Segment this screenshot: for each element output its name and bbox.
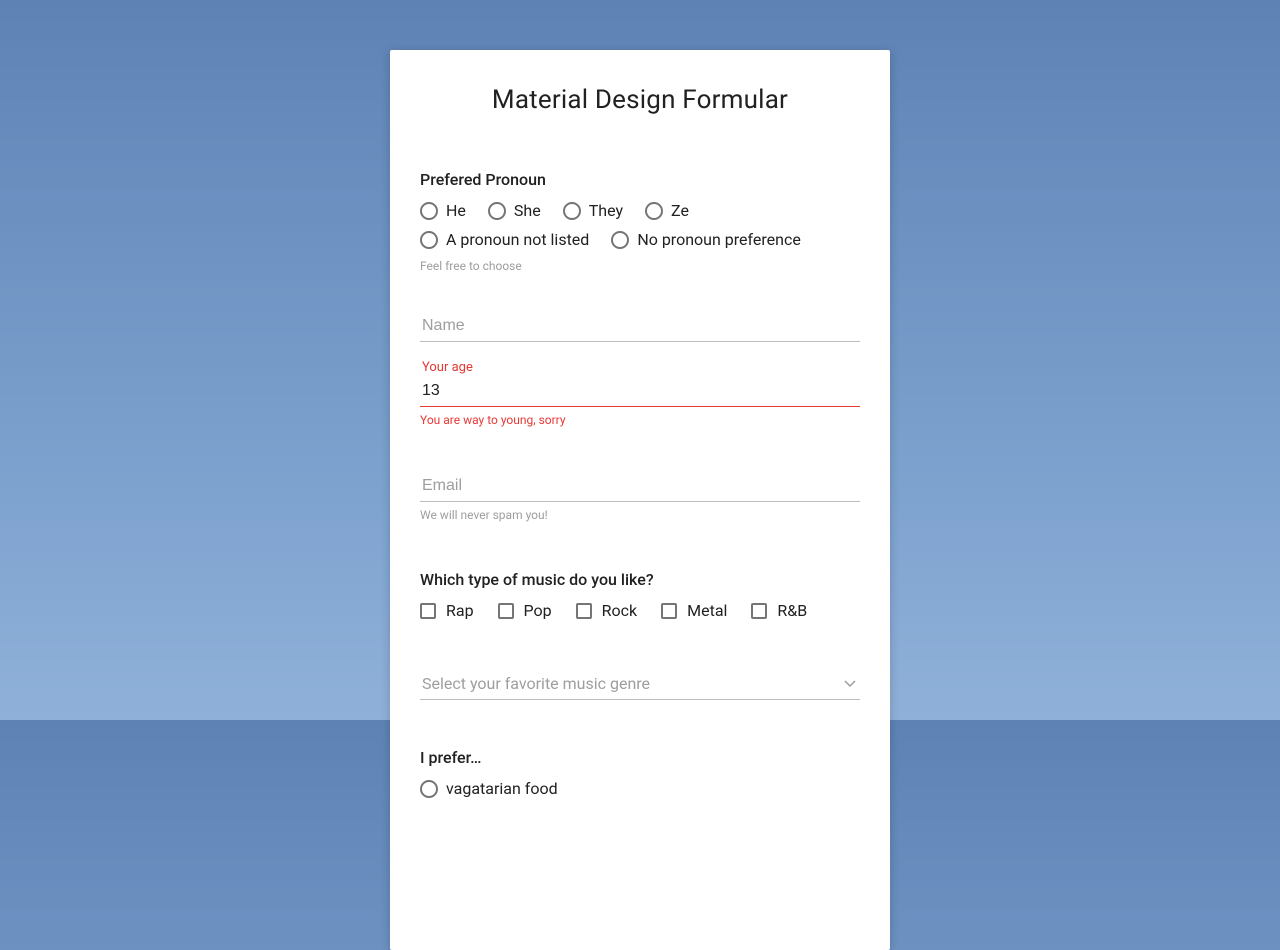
chevron-down-icon xyxy=(844,678,856,690)
music-section: Which type of music do you like? Rap Pop… xyxy=(420,570,860,620)
radio-icon xyxy=(420,202,438,220)
name-field xyxy=(420,311,860,342)
radio-not-listed[interactable]: A pronoun not listed xyxy=(420,230,589,249)
age-label: Your age xyxy=(422,360,473,375)
pronoun-section: Prefered Pronoun He She They Ze A pro xyxy=(420,170,860,273)
checkbox-rnb[interactable]: R&B xyxy=(751,601,807,620)
checkbox-label: R&B xyxy=(777,601,807,620)
radio-icon xyxy=(645,202,663,220)
radio-label: vagatarian food xyxy=(446,779,558,798)
age-input[interactable] xyxy=(420,376,860,407)
radio-ze[interactable]: Ze xyxy=(645,201,689,220)
diet-label: I prefer… xyxy=(420,748,860,767)
radio-icon xyxy=(563,202,581,220)
checkbox-icon xyxy=(751,603,767,619)
page-title: Material Design Formular xyxy=(420,85,860,115)
music-checkbox-row: Rap Pop Rock Metal R&B xyxy=(420,601,860,620)
age-error: You are way to young, sorry xyxy=(420,413,860,427)
checkbox-metal[interactable]: Metal xyxy=(661,601,727,620)
name-input[interactable] xyxy=(420,311,860,342)
radio-icon xyxy=(488,202,506,220)
email-field: We will never spam you! xyxy=(420,471,860,522)
music-select[interactable]: Select your favorite music genre xyxy=(420,668,860,700)
checkbox-rock[interactable]: Rock xyxy=(576,601,637,620)
pronoun-label: Prefered Pronoun xyxy=(420,170,860,189)
diet-row: vagatarian food xyxy=(420,779,860,798)
diet-section: I prefer… vagatarian food xyxy=(420,748,860,798)
radio-icon xyxy=(420,231,438,249)
checkbox-pop[interactable]: Pop xyxy=(498,601,552,620)
pronoun-hint: Feel free to choose xyxy=(420,259,860,273)
select-placeholder: Select your favorite music genre xyxy=(422,674,650,693)
checkbox-icon xyxy=(576,603,592,619)
radio-he[interactable]: He xyxy=(420,201,466,220)
checkbox-label: Rock xyxy=(602,601,637,620)
radio-vegetarian[interactable]: vagatarian food xyxy=(420,779,558,798)
music-label: Which type of music do you like? xyxy=(420,570,860,589)
age-field: Your age You are way to young, sorry xyxy=(420,376,860,427)
checkbox-icon xyxy=(498,603,514,619)
checkbox-icon xyxy=(420,603,436,619)
checkbox-label: Pop xyxy=(524,601,552,620)
checkbox-icon xyxy=(661,603,677,619)
radio-label: A pronoun not listed xyxy=(446,230,589,249)
radio-no-preference[interactable]: No pronoun preference xyxy=(611,230,801,249)
checkbox-rap[interactable]: Rap xyxy=(420,601,474,620)
email-hint: We will never spam you! xyxy=(420,508,860,522)
radio-label: Ze xyxy=(671,201,689,220)
form-card: Material Design Formular Prefered Pronou… xyxy=(390,50,890,950)
pronoun-row-2: A pronoun not listed No pronoun preferen… xyxy=(420,230,860,249)
radio-they[interactable]: They xyxy=(563,201,623,220)
email-input[interactable] xyxy=(420,471,860,502)
checkbox-label: Metal xyxy=(687,601,727,620)
radio-label: No pronoun preference xyxy=(637,230,801,249)
radio-label: They xyxy=(589,201,623,220)
pronoun-row-1: He She They Ze xyxy=(420,201,860,220)
checkbox-label: Rap xyxy=(446,601,474,620)
radio-icon xyxy=(420,780,438,798)
radio-label: He xyxy=(446,201,466,220)
radio-she[interactable]: She xyxy=(488,201,541,220)
radio-icon xyxy=(611,231,629,249)
radio-label: She xyxy=(514,201,541,220)
